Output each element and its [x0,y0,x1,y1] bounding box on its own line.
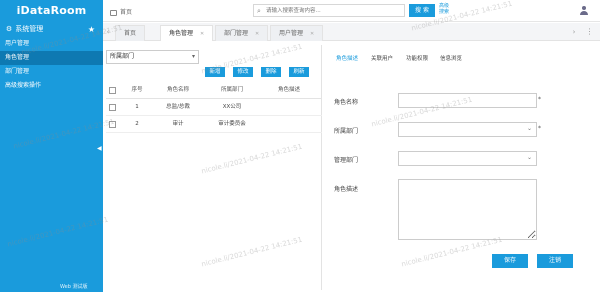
role-name-field[interactable] [398,93,537,108]
app-brand: iDataRoom [16,4,87,17]
chevron-down-icon: ⌄ [526,125,532,132]
subtab-linked-users[interactable]: 关联用户 [371,54,393,62]
row-checkbox[interactable] [109,104,116,111]
role-description-label: 角色描述 [334,186,359,193]
close-icon[interactable]: ✕ [200,31,204,37]
role-detail-panel: 角色描述 关联用户 功能权限 信息浏览 角色名称 * 所属部门 ⌄ * 管理部门… [326,45,596,290]
tab-users[interactable]: 用户管理 ✕ [270,25,324,41]
user-icon[interactable] [580,6,588,15]
cell-index: 1 [135,104,139,110]
advanced-search-link[interactable]: 高级搜索 [439,3,453,15]
edit-button[interactable]: 修改 [233,67,253,77]
close-icon[interactable]: ✕ [310,31,314,37]
sidebar-item-departments[interactable]: 部门管理 [0,65,103,79]
gear-icon: ⚙ [5,25,13,33]
menu-section-system[interactable]: ⚙ 系统管理 ★ [0,22,103,37]
tab-label: 用户管理 [279,30,304,37]
tab-label: 首页 [124,30,137,37]
cell-index: 2 [135,121,139,127]
sidebar-item-advanced-search[interactable]: 高级搜索操作 [0,79,103,93]
more-menu-icon[interactable]: ⋮ [585,23,594,41]
home-icon [110,9,117,16]
column-header-department: 所属部门 [220,87,243,93]
subtab-function-permissions[interactable]: 功能权限 [406,54,428,62]
breadcrumb[interactable]: 首页 [110,7,132,16]
user-icon-head [582,6,586,10]
tab-scroll-left-icon[interactable]: ‹ [103,23,113,41]
chevron-down-icon: ▾ [191,53,195,60]
table-row[interactable]: 1 总监/总裁 XX公司 [106,99,322,116]
add-button[interactable]: 新增 [205,67,225,77]
managed-department-dropdown[interactable]: ⌄ [398,151,537,166]
search-button[interactable]: 搜 索 [409,4,435,17]
close-icon[interactable]: ✕ [255,31,259,37]
role-table: 序号 角色名称 所属部门 角色描述 1 总监/总裁 XX公司 2 审计 审计委员… [106,82,322,133]
star-icon[interactable]: ★ [88,22,95,37]
tab-bar: ‹ 首页 角色管理 ✕ 部门管理 ✕ 用户管理 ✕ › ⋮ [103,23,600,41]
cell-role-name: 审计 [172,121,184,127]
managed-department-label: 管理部门 [334,157,359,164]
chevron-down-icon: ⌄ [526,154,532,161]
menu-section-label: 系统管理 [15,25,44,33]
role-description-textarea[interactable] [398,179,537,240]
cell-description [266,99,312,116]
save-button[interactable]: 保存 [492,254,528,268]
sidebar-footer-text: Web 测试版 [60,284,88,290]
global-search: ⌕ [253,4,405,17]
department-label: 所属部门 [334,128,359,135]
cell-department: 审计委员会 [218,121,246,127]
department-select-value: 所属部门 [110,53,135,60]
search-input[interactable] [266,6,402,15]
tab-label: 部门管理 [224,30,249,37]
breadcrumb-label: 首页 [120,9,133,16]
sidebar-item-users[interactable]: 用户管理 [0,37,103,51]
subtab-info-browse[interactable]: 信息浏览 [440,54,462,62]
tab-home[interactable]: 首页 [115,25,146,41]
tab-roles[interactable]: 角色管理 ✕ [160,25,214,41]
column-header-role-name: 角色名称 [166,87,189,93]
sidebar: iDataRoom ⚙ 系统管理 ★ 用户管理 角色管理 部门管理 高级搜索操作… [0,0,103,292]
cell-department: XX公司 [222,104,242,110]
cell-description [266,116,312,133]
refresh-button[interactable]: 刷新 [289,67,309,77]
user-icon-body [580,11,588,15]
delete-button[interactable]: 删除 [261,67,281,77]
cell-role-name: 总监/总裁 [166,104,190,110]
column-header-index: 序号 [131,87,143,93]
table-header-row: 序号 角色名称 所属部门 角色描述 [106,82,322,99]
table-row[interactable]: 2 审计 审计委员会 [106,116,322,133]
column-header-description: 角色描述 [277,87,300,93]
search-icon: ⌕ [257,7,261,15]
collapse-sidebar-icon[interactable]: ◀ [97,145,102,152]
tab-scroll-right-icon[interactable]: › [569,23,579,41]
department-dropdown[interactable]: ⌄ [398,122,537,137]
subtab-role-description[interactable]: 角色描述 [336,54,358,62]
role-name-label: 角色名称 [334,99,359,106]
role-list-panel: 所属部门 ▾ 新增 修改 删除 刷新 序号 角色名称 所属部门 角色描述 1 总… [106,45,322,290]
department-select[interactable]: 所属部门 ▾ [106,50,199,64]
select-all-checkbox[interactable] [109,87,116,94]
required-mark: * [538,96,541,103]
required-mark: * [538,125,541,132]
row-checkbox[interactable] [109,121,116,128]
cancel-button[interactable]: 注销 [537,254,573,268]
sidebar-item-roles[interactable]: 角色管理 [0,51,103,65]
top-bar: 首页 ⌕ 搜 索 高级搜索 [103,0,600,22]
tab-label: 角色管理 [169,30,194,37]
tab-departments[interactable]: 部门管理 ✕ [215,25,269,41]
